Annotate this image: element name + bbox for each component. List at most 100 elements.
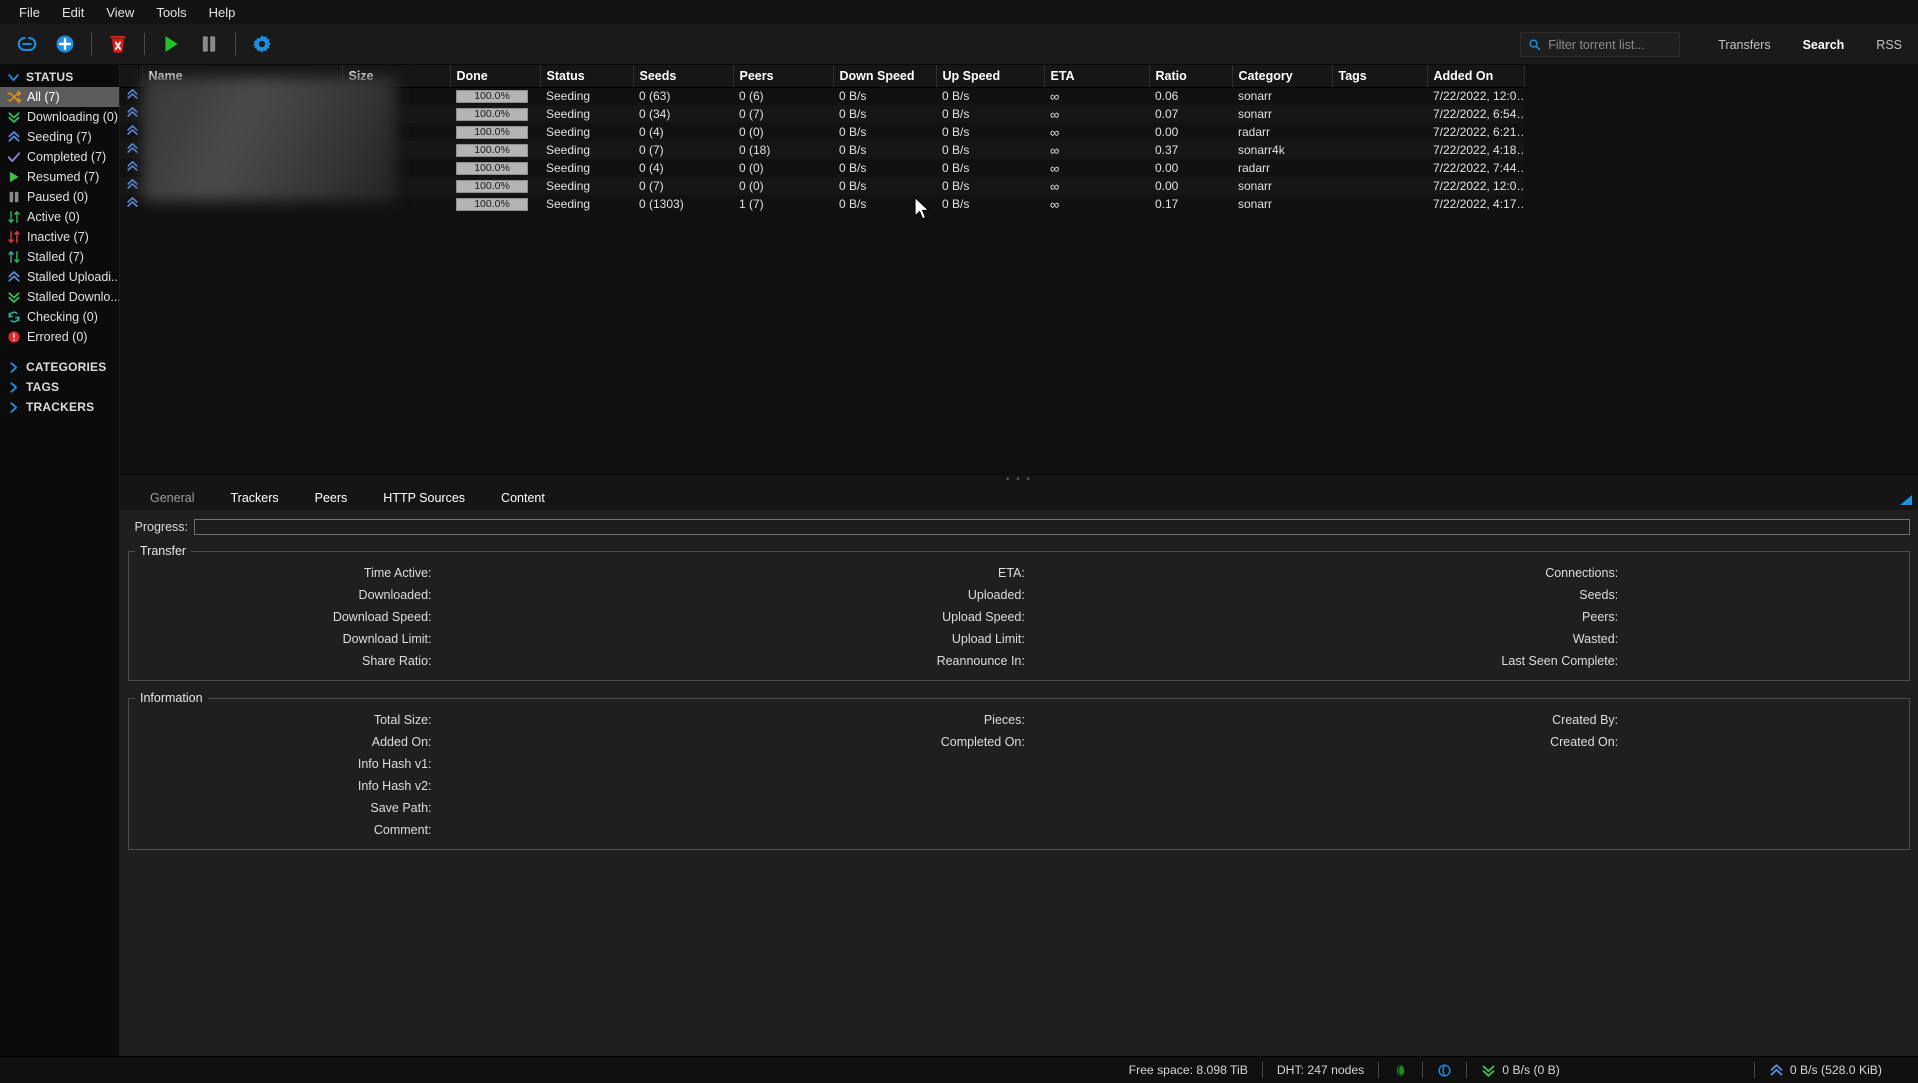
cell-category: sonarr	[1238, 107, 1273, 121]
toolbar: Transfers Search RSS	[0, 24, 1918, 65]
tab-general[interactable]: General	[132, 486, 212, 510]
tab-rss[interactable]: RSS	[1860, 24, 1918, 65]
torrent-list[interactable]: Name Size Done Status Seeds Peers Down S…	[120, 65, 1918, 474]
sidebar-item-active[interactable]: Active (0)	[0, 207, 119, 227]
sidebar-group-categories[interactable]: CATEGORIES	[0, 357, 119, 377]
cell-name	[142, 159, 342, 177]
tab-peers[interactable]: Peers	[297, 486, 366, 510]
menu-tools[interactable]: Tools	[145, 2, 197, 23]
menu-edit[interactable]: Edit	[51, 2, 95, 23]
pause-button[interactable]	[190, 26, 228, 62]
table-row[interactable]: 100.0% Seeding 0 (34) 0 (7) 0 B/s 0 B/s ∞ 0.07 s…	[120, 105, 1524, 123]
cell-up-speed: 0 B/s	[942, 161, 970, 175]
sidebar-item-completed[interactable]: Completed (7)	[0, 147, 119, 167]
column-header-icon[interactable]	[120, 65, 143, 88]
column-header-size[interactable]: Size	[342, 65, 451, 88]
collapse-panel-icon[interactable]	[1898, 492, 1914, 508]
cell-tags	[1332, 141, 1427, 159]
sidebar-item-stalled[interactable]: Stalled (7)	[0, 247, 119, 267]
sidebar-group-status[interactable]: STATUS	[0, 67, 119, 87]
sidebar-item-all[interactable]: All (7)	[0, 87, 119, 107]
check-icon	[7, 150, 21, 164]
sidebar-item-paused[interactable]: Paused (0)	[0, 187, 119, 207]
sidebar-item-seeding[interactable]: Seeding (7)	[0, 127, 119, 147]
pause-icon	[202, 36, 216, 52]
tab-http-sources[interactable]: HTTP Sources	[365, 486, 483, 510]
column-header-tags[interactable]: Tags	[1332, 65, 1428, 88]
cell-status: Seeding	[546, 197, 591, 211]
table-row[interactable]: 100.0% Seeding 0 (4) 0 (0) 0 B/s 0 B/s ∞ 0.00 ra…	[120, 123, 1524, 141]
cell-ratio: 0.07	[1155, 107, 1179, 121]
upload-arrow-icon	[1770, 1063, 1783, 1075]
sidebar-item-resumed[interactable]: Resumed (7)	[0, 167, 119, 187]
table-row[interactable]: 100.0% Seeding 0 (1303) 1 (7) 0 B/s 0 B/s ∞ 0.1…	[120, 195, 1524, 213]
sidebar-group-tags[interactable]: TAGS	[0, 377, 119, 397]
cell-added-on: 7/22/2022, 6:21…	[1433, 125, 1524, 139]
preferences-button[interactable]	[243, 26, 281, 62]
cell-category: sonarr	[1238, 89, 1273, 104]
column-header-seeds[interactable]: Seeds	[633, 65, 734, 88]
sidebar-group-trackers[interactable]: TRACKERS	[0, 397, 119, 417]
information-field-row: Pieces:	[722, 709, 1315, 731]
column-header-peers[interactable]: Peers	[733, 65, 834, 88]
column-header-name[interactable]: Name	[142, 65, 343, 88]
search-input[interactable]	[1548, 37, 1673, 52]
menu-file[interactable]: File	[8, 2, 51, 23]
toolbar-separator-1	[91, 33, 92, 55]
progress-cell: 100.0%	[456, 107, 528, 121]
column-header-ratio[interactable]: Ratio	[1149, 65, 1233, 88]
column-header-done[interactable]: Done	[450, 65, 541, 88]
tab-transfers[interactable]: Transfers	[1702, 24, 1786, 65]
connection-status[interactable]	[1379, 1063, 1422, 1078]
sidebar-item-stalled-downloading[interactable]: Stalled Downlo...	[0, 287, 119, 307]
sidebar-item-inactive[interactable]: Inactive (7)	[0, 227, 119, 247]
table-row[interactable]: 100.0% Seeding 0 (7) 0 (18) 0 B/s 0 B/s ∞ 0.37 s…	[120, 141, 1524, 159]
transfer-field-label: Upload Speed:	[942, 610, 1025, 624]
cell-tags	[1332, 123, 1427, 141]
menu-help[interactable]: Help	[198, 2, 247, 23]
tab-trackers[interactable]: Trackers	[212, 486, 296, 510]
cell-size	[342, 141, 450, 159]
sidebar-item-errored[interactable]: Errored (0)	[0, 327, 119, 347]
alt-speed-status[interactable]	[1423, 1063, 1466, 1078]
progress-bar	[194, 519, 1910, 535]
information-field-row: Added On:	[129, 731, 722, 753]
table-row[interactable]: 100.0% Seeding 0 (4) 0 (0) 0 B/s 0 B/s ∞ 0.00 ra…	[120, 159, 1524, 177]
information-field-row: Info Hash v2:	[129, 775, 722, 797]
menu-view[interactable]: View	[95, 2, 145, 23]
add-torrent-file-button[interactable]	[46, 26, 84, 62]
cell-seeds: 0 (7)	[639, 179, 664, 193]
cell-eta: ∞	[1050, 124, 1060, 140]
table-row[interactable]: 100.0% Seeding 0 (63) 0 (6) 0 B/s 0 B/s ∞ 0.06 s…	[120, 87, 1524, 105]
toolbar-right-area: Transfers Search RSS	[1520, 24, 1918, 65]
information-field-row: Created By:	[1316, 709, 1909, 731]
transfer-field-row: Share Ratio:	[129, 650, 722, 672]
column-header-eta[interactable]: ETA	[1044, 65, 1150, 88]
cell-ratio: 0.17	[1155, 197, 1179, 211]
filter-search-box[interactable]	[1520, 32, 1681, 57]
sidebar-item-downloading[interactable]: Downloading (0)	[0, 107, 119, 127]
delete-button[interactable]	[99, 26, 137, 62]
information-field-label: Created On:	[1550, 735, 1619, 749]
panel-splitter[interactable]: • • •	[120, 474, 1918, 484]
cell-done: 100.0%	[450, 105, 540, 123]
transfer-field-label: Last Seen Complete:	[1501, 654, 1619, 668]
resume-button[interactable]	[152, 26, 190, 62]
sidebar-item-checking[interactable]: Checking (0)	[0, 307, 119, 327]
gear-icon	[252, 35, 271, 53]
cell-tags	[1332, 177, 1427, 195]
column-header-up-speed[interactable]: Up Speed	[936, 65, 1045, 88]
column-header-category[interactable]: Category	[1232, 65, 1333, 88]
column-header-status[interactable]: Status	[540, 65, 634, 88]
table-row[interactable]: 100.0% Seeding 0 (7) 0 (0) 0 B/s 0 B/s ∞ 0.00 so…	[120, 177, 1524, 195]
sidebar-item-stalled-uploading[interactable]: Stalled Uploadi...	[0, 267, 119, 287]
progress-cell: 100.0%	[456, 125, 528, 139]
tab-search[interactable]: Search	[1787, 24, 1861, 65]
tab-content[interactable]: Content	[483, 486, 563, 510]
add-torrent-link-button[interactable]	[8, 26, 46, 62]
torrent-table: Name Size Done Status Seeds Peers Down S…	[120, 65, 1525, 213]
information-field-row: Comment:	[129, 819, 722, 841]
column-header-added-on[interactable]: Added On	[1427, 65, 1525, 88]
transfer-legend: Transfer	[140, 544, 187, 558]
column-header-down-speed[interactable]: Down Speed	[833, 65, 937, 88]
